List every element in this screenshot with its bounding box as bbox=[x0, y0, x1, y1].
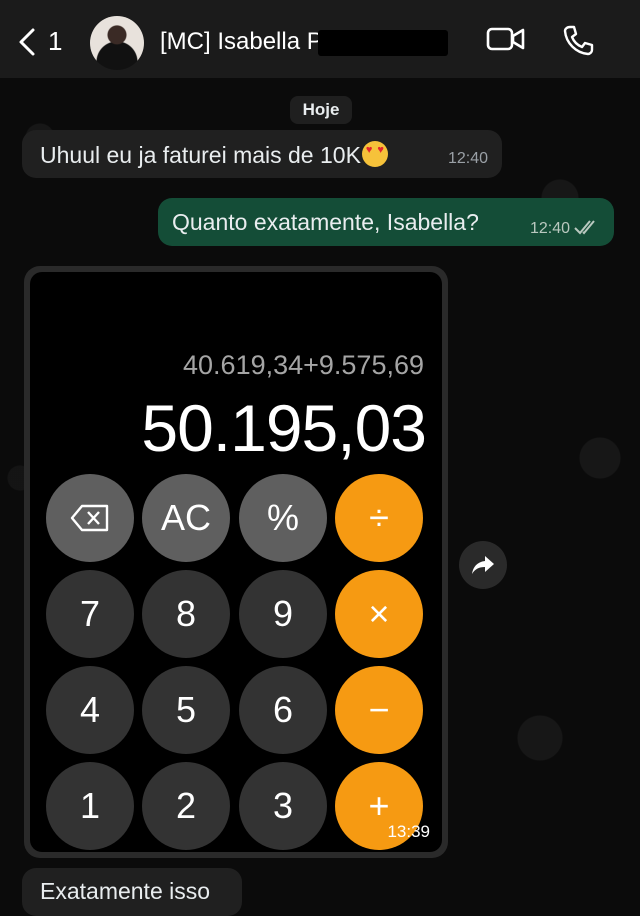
chat-header: 1 [MC] Isabella P bbox=[0, 0, 640, 78]
calc-key-minus: − bbox=[335, 666, 423, 754]
outgoing-message[interactable]: Quanto exatamente, Isabella? 12:40 bbox=[158, 198, 614, 246]
video-camera-icon bbox=[486, 27, 525, 51]
calc-key-6: 6 bbox=[239, 666, 327, 754]
image-message[interactable]: 40.619,34+9.575,69 50.195,03 AC % ÷ 7 8 … bbox=[24, 266, 448, 858]
calc-key-1: 1 bbox=[46, 762, 134, 850]
unread-count: 1 bbox=[48, 26, 63, 56]
message-time: 12:40 bbox=[529, 220, 570, 237]
calc-key-divide: ÷ bbox=[335, 474, 423, 562]
calculator-result: 50.195,03 bbox=[141, 391, 427, 465]
redaction-mark bbox=[318, 30, 448, 56]
phone-icon bbox=[563, 25, 594, 56]
forward-button[interactable] bbox=[459, 541, 507, 589]
incoming-message[interactable]: Exatamente isso bbox=[22, 868, 242, 916]
back-button[interactable]: 1 bbox=[16, 26, 62, 57]
message-time: 13:39 bbox=[387, 822, 430, 841]
message-text: Quanto exatamente, Isabella? bbox=[172, 209, 479, 235]
calc-key-7: 7 bbox=[46, 570, 134, 658]
calc-key-ac: AC bbox=[142, 474, 230, 562]
date-separator: Hoje bbox=[290, 96, 352, 124]
backspace-icon bbox=[70, 504, 109, 532]
calc-key-8: 8 bbox=[142, 570, 230, 658]
calc-key-backspace bbox=[46, 474, 134, 562]
calc-key-5: 5 bbox=[142, 666, 230, 754]
calc-key-3: 3 bbox=[239, 762, 327, 850]
calc-key-percent: % bbox=[239, 474, 327, 562]
contact-name[interactable]: [MC] Isabella P bbox=[160, 28, 323, 56]
incoming-message[interactable]: Uhuul eu ja faturei mais de 10K 12:40 bbox=[22, 130, 502, 178]
calc-key-multiply: × bbox=[335, 570, 423, 658]
calc-key-2: 2 bbox=[142, 762, 230, 850]
calc-key-4: 4 bbox=[46, 666, 134, 754]
message-text: Exatamente isso bbox=[40, 878, 211, 904]
message-time: 12:40 bbox=[447, 150, 488, 167]
video-call-button[interactable] bbox=[486, 24, 526, 59]
message-text: Uhuul eu ja faturei mais de 10K bbox=[40, 141, 388, 169]
heart-eyes-emoji-icon bbox=[361, 141, 388, 167]
chevron-left-icon bbox=[19, 28, 35, 55]
forward-arrow-icon bbox=[472, 556, 494, 574]
voice-call-button[interactable] bbox=[562, 24, 594, 61]
calculator-screenshot: 40.619,34+9.575,69 50.195,03 AC % ÷ 7 8 … bbox=[30, 272, 442, 852]
avatar[interactable] bbox=[90, 16, 144, 70]
double-check-icon bbox=[574, 220, 595, 235]
calc-key-9: 9 bbox=[239, 570, 327, 658]
calculator-expression: 40.619,34+9.575,69 bbox=[183, 350, 424, 380]
